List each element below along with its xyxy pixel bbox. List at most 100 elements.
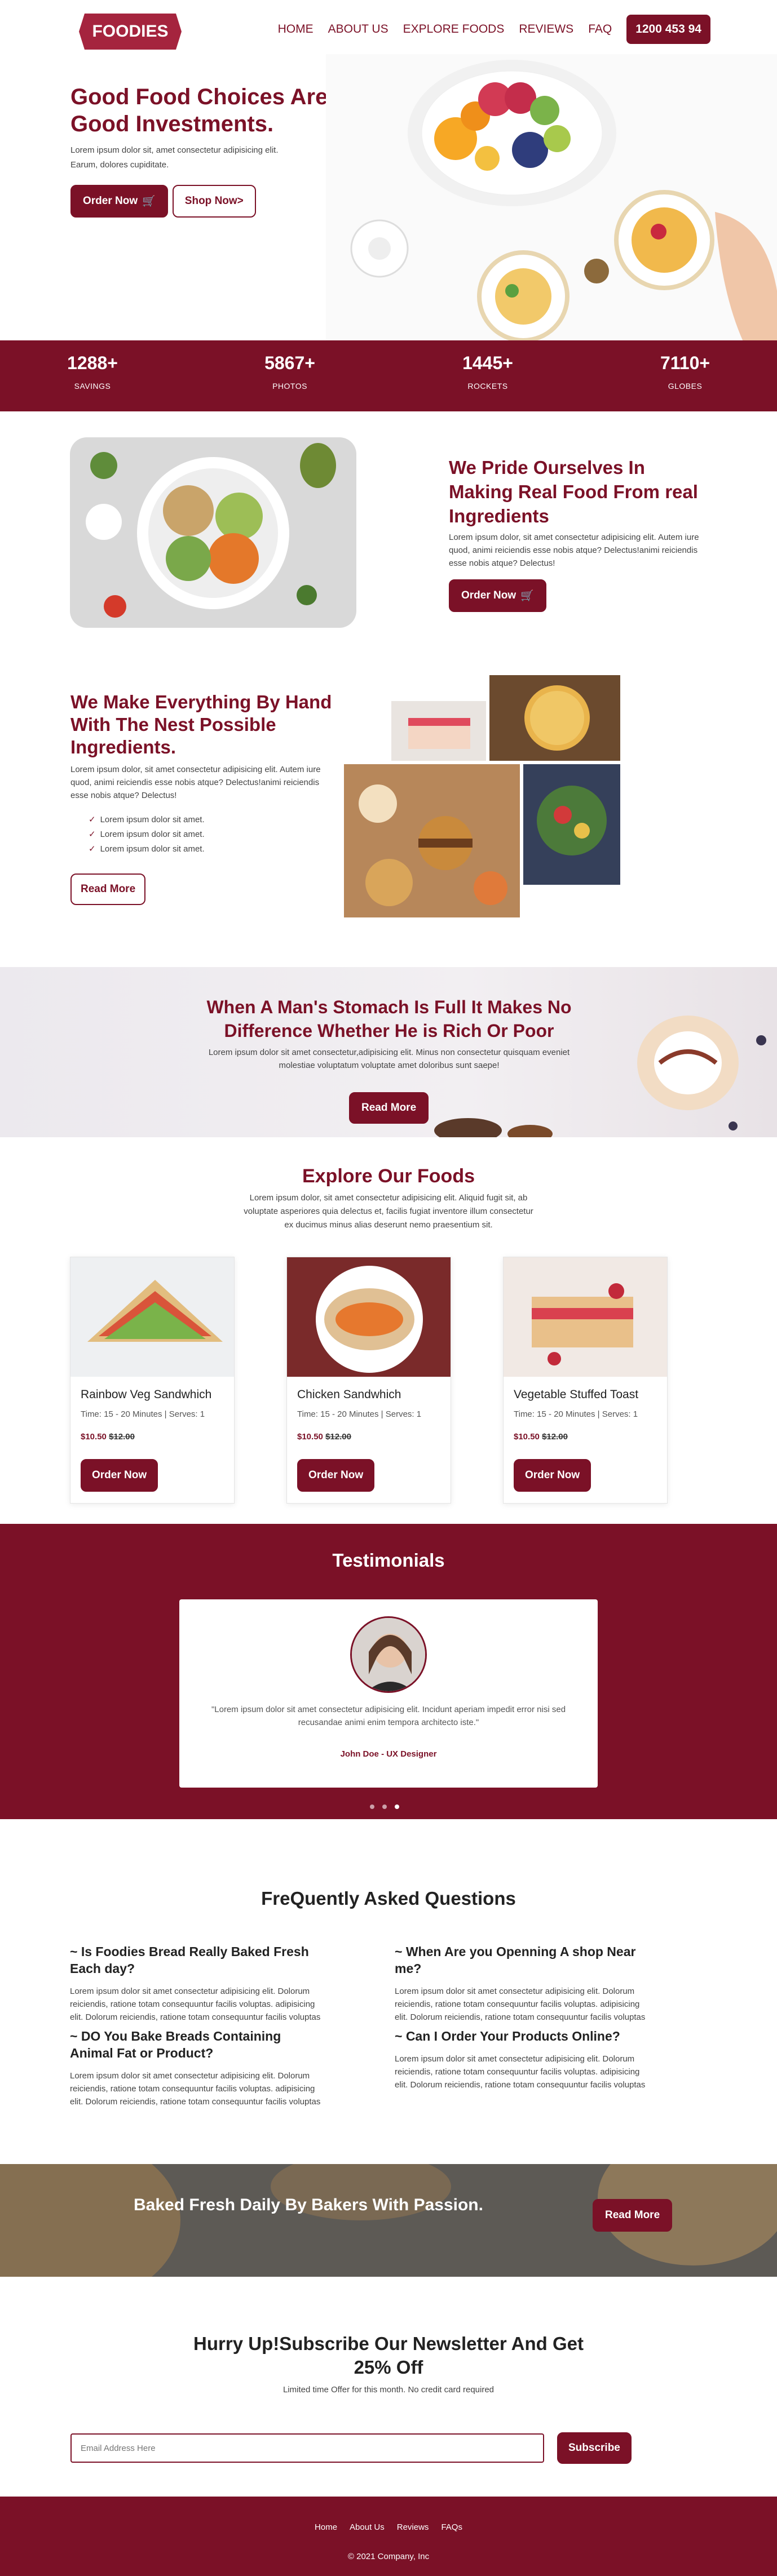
top-nav: FOODIES HOME ABOUT US EXPLORE FOODS REVI… <box>0 0 777 62</box>
stats-bar: 1288+ SAVINGS 5867+ PHOTOS 1445+ ROCKETS 71… <box>0 340 777 411</box>
food-card-old-price: $12.00 <box>542 1432 568 1442</box>
stat-rockets: 1445+ ROCKETS <box>437 353 538 391</box>
faq-item[interactable]: ~ Can I Order Your Products Online? Lorem… <box>395 2028 652 2091</box>
testimonials-section: Testimonials "Lorem ipsum dolor sit amet… <box>0 1524 777 1819</box>
faq-answer: Lorem ipsum dolor sit amet consectetur a… <box>395 1987 646 2022</box>
chocolate-illustration <box>434 1118 553 1137</box>
stat-label: ROCKETS <box>467 382 508 391</box>
pride-title: We Pride Ourselves In Making Real Food F… <box>449 457 698 526</box>
testimonials-title: Testimonials <box>332 1550 445 1571</box>
footer-link-home[interactable]: Home <box>315 2522 337 2532</box>
hand-text: Lorem ipsum dolor, sit amet consectetur … <box>70 765 321 800</box>
nav-explore[interactable]: EXPLORE FOODS <box>403 23 505 36</box>
nav-reviews[interactable]: REVIEWS <box>519 23 573 36</box>
stat-value: 1288+ <box>67 353 118 373</box>
email-field[interactable] <box>70 2433 544 2463</box>
faq-item[interactable]: ~ DO You Bake Breads Containing Animal F… <box>70 2028 327 2108</box>
food-card: Vegetable Stuffed Toast Time: 15 - 20 Mi… <box>503 1257 668 1504</box>
baked-banner: Baked Fresh Daily By Bakers With Passion… <box>0 2164 777 2277</box>
food-card-image <box>70 1257 234 1377</box>
food-card-price: $10.50 $12.00 <box>81 1432 135 1442</box>
carousel-dot[interactable] <box>382 1804 387 1809</box>
food-card-order-button[interactable]: Order Now <box>81 1459 158 1492</box>
phone-button[interactable]: 1200 453 94 <box>626 15 710 44</box>
stat-value: 1445+ <box>462 353 513 373</box>
testimonial-card: "Lorem ipsum dolor sit amet consectetur … <box>179 1599 598 1788</box>
hero-shop-button[interactable]: Shop Now> <box>172 185 256 218</box>
carousel-dots <box>370 1804 399 1809</box>
faq-answer: Lorem ipsum dolor sit amet consectetur a… <box>70 1987 321 2022</box>
list-item-text: Lorem ipsum dolor sit amet. <box>100 815 205 824</box>
avatar <box>350 1616 427 1693</box>
explore-text: Lorem ipsum dolor, sit amet consectetur … <box>244 1193 533 1230</box>
food-card-name: Rainbow Veg Sandwhich <box>81 1388 212 1401</box>
carousel-dot[interactable] <box>370 1804 374 1809</box>
brand-logo[interactable]: FOODIES <box>79 10 182 53</box>
nav-faq[interactable]: FAQ <box>588 23 612 36</box>
list-item-text: Lorem ipsum dolor sit amet. <box>100 830 205 839</box>
food-card-order-button[interactable]: Order Now <box>514 1459 591 1492</box>
list-item: ✓ Lorem ipsum dolor sit amet. <box>89 813 205 827</box>
food-card-meta: Time: 15 - 20 Minutes | Serves: 1 <box>297 1409 422 1419</box>
cart-icon: 🛒 <box>142 196 156 207</box>
food-card: Rainbow Veg Sandwhich Time: 15 - 20 Minu… <box>70 1257 235 1504</box>
faq-question: ~ Can I Order Your Products Online? <box>395 2029 620 2043</box>
cake-image <box>391 701 486 761</box>
list-item: ✓ Lorem ipsum dolor sit amet. <box>89 842 205 857</box>
food-card-old-price: $12.00 <box>109 1432 135 1442</box>
nav-home[interactable]: HOME <box>278 23 314 36</box>
hand-list: ✓ Lorem ipsum dolor sit amet. ✓ Lorem ipsu… <box>89 813 205 857</box>
food-card-meta: Time: 15 - 20 Minutes | Serves: 1 <box>81 1409 205 1419</box>
salad-image <box>523 764 620 885</box>
footer-link-reviews[interactable]: Reviews <box>397 2522 429 2532</box>
stat-value: 7110+ <box>660 353 710 373</box>
subscribe-button[interactable]: Subscribe <box>557 2432 632 2464</box>
hero-text: Lorem ipsum dolor sit, amet consectetur … <box>70 145 279 170</box>
pride-order-button[interactable]: Order Now 🛒 <box>449 579 546 612</box>
list-item: ✓ Lorem ipsum dolor sit amet. <box>89 827 205 842</box>
check-icon: ✓ <box>89 815 96 824</box>
carousel-dot-active[interactable] <box>395 1804 399 1809</box>
bowl-image <box>70 437 356 628</box>
hand-read-more-button[interactable]: Read More <box>70 874 146 905</box>
food-card-meta: Time: 15 - 20 Minutes | Serves: 1 <box>514 1409 638 1419</box>
food-card-order-button[interactable]: Order Now <box>297 1459 375 1492</box>
food-card-name: Vegetable Stuffed Toast <box>514 1388 639 1401</box>
hero-title: Good Food Choices Are Good Investments. <box>70 85 328 136</box>
faq-title: FreQuently Asked Questions <box>261 1888 516 1909</box>
footer-link-about[interactable]: About Us <box>350 2522 385 2532</box>
list-item-text: Lorem ipsum dolor sit amet. <box>100 844 205 854</box>
hero-order-button[interactable]: Order Now 🛒 <box>70 185 168 218</box>
stat-label: GLOBES <box>668 382 703 391</box>
faq-answer: Lorem ipsum dolor sit amet consectetur a… <box>395 2054 646 2090</box>
stat-value: 5867+ <box>264 353 315 373</box>
newsletter-title: Hurry Up!Subscribe Our Newsletter And Ge… <box>193 2333 584 2378</box>
footer-link-faqs[interactable]: FAQs <box>441 2522 462 2532</box>
stat-photos: 5867+ PHOTOS <box>239 353 341 391</box>
faq-item[interactable]: ~ When Are you Openning A shop Near me? L… <box>395 1943 652 2024</box>
testimonial-quote: "Lorem ipsum dolor sit amet consectetur … <box>211 1705 566 1727</box>
food-card-price: $10.50 $12.00 <box>297 1432 351 1442</box>
newsletter-subtitle: Limited time Offer for this month. No cr… <box>282 2385 495 2395</box>
faq-question: ~ When Are you Openning A shop Near me? <box>395 1944 636 1976</box>
nav-about[interactable]: ABOUT US <box>328 23 388 36</box>
food-card-image <box>504 1257 667 1377</box>
food-card-image <box>287 1257 451 1377</box>
fastfood-image <box>344 764 520 917</box>
pride-text: Lorem ipsum dolor, sit amet consectetur … <box>449 533 699 568</box>
explore-title: Explore Our Foods <box>302 1165 475 1187</box>
faq-item[interactable]: ~ Is Foodies Bread Really Baked Fresh Ea… <box>70 1943 327 2024</box>
main-menu: HOME ABOUT US EXPLORE FOODS REVIEWS FAQ … <box>278 15 710 44</box>
faq-question: ~ DO You Bake Breads Containing Animal F… <box>70 2029 281 2060</box>
hand-title: We Make Everything By Hand With The Nest… <box>70 691 332 757</box>
baked-read-more-button[interactable]: Read More <box>593 2199 673 2232</box>
banner-read-more-button[interactable]: Read More <box>349 1092 429 1124</box>
testimonial-author: John Doe - UX Designer <box>340 1749 437 1759</box>
stat-label: PHOTOS <box>272 382 307 391</box>
banner-text: Lorem ipsum dolor sit amet consectetur,a… <box>208 1048 570 1070</box>
food-card-old-price: $12.00 <box>325 1432 351 1442</box>
footer: Home About Us Reviews FAQs © 2021 Compan… <box>0 2497 777 2576</box>
stat-globes: 7110+ GLOBES <box>634 353 736 391</box>
faq-answer: Lorem ipsum dolor sit amet consectetur a… <box>70 2071 321 2107</box>
food-card-price-value: $10.50 <box>297 1432 323 1442</box>
